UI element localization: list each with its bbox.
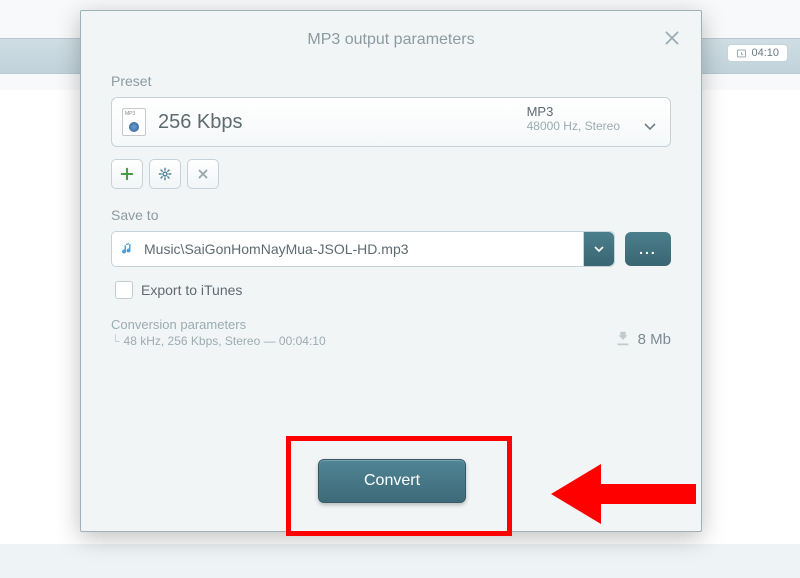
convert-button[interactable]: Convert xyxy=(318,459,466,503)
x-icon xyxy=(196,167,210,181)
ellipsis-icon: ... xyxy=(639,241,657,257)
save-to-label: Save to xyxy=(111,207,671,223)
preset-dropdown[interactable]: 256 Kbps MP3 48000 Hz, Stereo xyxy=(111,97,671,147)
preset-label: Preset xyxy=(111,73,671,89)
path-dropdown-button[interactable] xyxy=(583,232,614,266)
preset-value: 256 Kbps xyxy=(158,111,243,134)
duration-text: 04:10 xyxy=(751,47,779,59)
gear-icon xyxy=(158,167,172,181)
clock-icon xyxy=(736,48,747,59)
size-icon xyxy=(614,330,632,348)
settings-preset-button[interactable] xyxy=(149,159,181,189)
plus-icon xyxy=(120,167,134,181)
close-icon xyxy=(663,29,681,47)
mp3-file-icon xyxy=(122,108,146,136)
close-button[interactable] xyxy=(663,29,681,47)
save-path-field[interactable]: Music\SaiGonHomNayMua-JSOL-HD.mp3 xyxy=(111,231,615,267)
music-note-icon xyxy=(120,241,136,257)
preset-sub: 48000 Hz, Stereo xyxy=(527,119,620,133)
conversion-params-detail: 48 kHz, 256 Kbps, Stereo — 00:04:10 xyxy=(124,334,326,348)
duration-pill: 04:10 xyxy=(727,44,788,62)
delete-preset-button[interactable] xyxy=(187,159,219,189)
export-itunes-label: Export to iTunes xyxy=(141,282,242,298)
save-path-text: Music\SaiGonHomNayMua-JSOL-HD.mp3 xyxy=(144,241,409,257)
preset-format: MP3 xyxy=(527,104,620,119)
chevron-down-icon xyxy=(644,118,656,136)
dialog-title: MP3 output parameters xyxy=(81,31,701,49)
output-size: 8 Mb xyxy=(614,330,671,348)
add-preset-button[interactable] xyxy=(111,159,143,189)
browse-button[interactable]: ... xyxy=(625,232,671,266)
conversion-params-header: Conversion parameters xyxy=(111,317,326,332)
chevron-down-icon xyxy=(594,246,604,252)
annotation-arrow xyxy=(546,454,696,539)
export-itunes-checkbox[interactable] xyxy=(115,281,133,299)
